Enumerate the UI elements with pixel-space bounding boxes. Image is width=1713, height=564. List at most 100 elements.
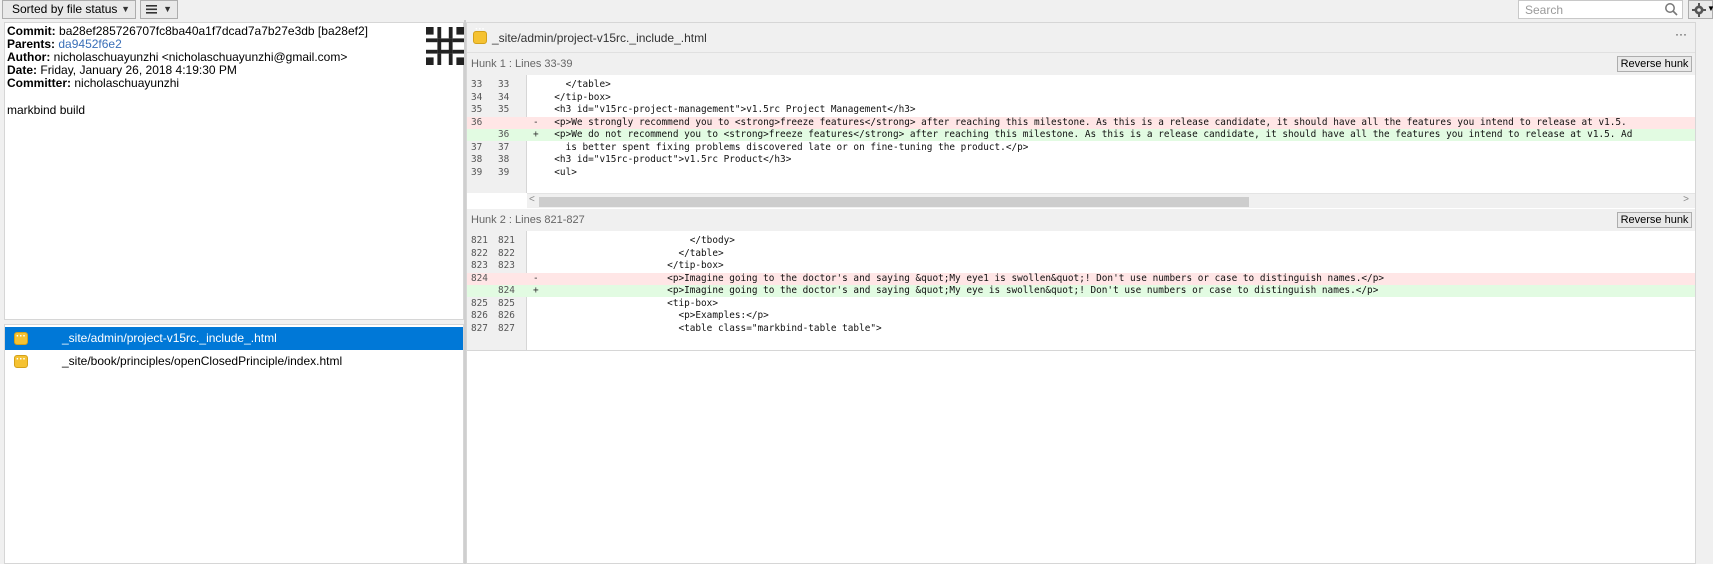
diff-line-context[interactable]: 37 37 is better spent fixing problems dis… bbox=[467, 142, 1695, 154]
diff-file-header: _site/admin/project-v15rc._include_.html… bbox=[467, 23, 1695, 53]
code-text: <h3 id="v15rc-product">v1.5rc Product</h… bbox=[543, 154, 792, 165]
diff-marker: + bbox=[533, 285, 539, 296]
file-name: _site/book/principles/openClosedPrincipl… bbox=[62, 354, 343, 368]
code-text: <table class="markbind-table table"> bbox=[543, 322, 882, 334]
old-line-number: 36 bbox=[471, 116, 483, 128]
toolbar: Sorted by file status ▼ ▼ ▼ bbox=[0, 0, 1713, 20]
code-text: <p>We do not recommend you to <strong>fr… bbox=[543, 129, 1633, 140]
author-label: Author: bbox=[7, 50, 51, 64]
diff-file-title: _site/admin/project-v15rc._include_.html bbox=[492, 31, 707, 45]
old-line-number: 824 bbox=[471, 272, 488, 284]
parent-commit-link[interactable]: da9452f6e2 bbox=[58, 37, 121, 51]
search-input[interactable] bbox=[1519, 1, 1654, 18]
diff-line-context[interactable]: 35 35 <h3 id="v15rc-project-management">v… bbox=[467, 104, 1695, 116]
old-line-number: 37 bbox=[471, 141, 483, 153]
more-options-button[interactable]: ··· bbox=[1675, 27, 1687, 41]
search-icon[interactable] bbox=[1664, 2, 1678, 16]
new-line-number: 825 bbox=[498, 297, 515, 309]
old-line-number: 827 bbox=[471, 322, 488, 334]
code-text: is better spent fixing problems discover… bbox=[543, 141, 1029, 153]
gear-icon bbox=[1692, 3, 1706, 17]
diff-line-context[interactable]: 33 33 </table> bbox=[467, 79, 1695, 91]
diff-line-context[interactable]: 821 821 </tbody> bbox=[467, 235, 1695, 247]
code-text: <tip-box> bbox=[543, 297, 718, 309]
code-text: <p>Imagine going to the doctor's and say… bbox=[543, 285, 1379, 296]
committer-value: nicholaschuayunzhi bbox=[74, 76, 180, 90]
scrollbar-thumb[interactable] bbox=[539, 197, 1249, 207]
changed-files-list: _site/admin/project-v15rc._include_.html… bbox=[4, 324, 464, 564]
diff-line-context[interactable]: 38 38 <h3 id="v15rc-product">v1.5rc Produ… bbox=[467, 154, 1695, 166]
old-line-number: 825 bbox=[471, 297, 488, 309]
new-line-number: 34 bbox=[498, 91, 510, 103]
new-line-number: 824 bbox=[498, 285, 515, 296]
scroll-right-icon[interactable]: > bbox=[1683, 194, 1689, 205]
diff-line-added[interactable]: 824 + <p>Imagine going to the doctor's an… bbox=[467, 285, 1695, 297]
hunk-header: Hunk 1 : Lines 33-39 Reverse hunk bbox=[467, 53, 1695, 75]
code-text: <p>We strongly recommend you to <strong>… bbox=[543, 116, 1627, 128]
code-text: </tip-box> bbox=[543, 260, 724, 271]
old-line-number: 39 bbox=[471, 166, 483, 178]
code-text: </table> bbox=[543, 247, 724, 259]
code-text: <p>Examples:</p> bbox=[543, 310, 769, 321]
new-line-number: 36 bbox=[498, 129, 510, 140]
old-line-number: 33 bbox=[471, 79, 483, 90]
parents-label: Parents: bbox=[7, 37, 56, 51]
diff-line-context[interactable]: 34 34 </tip-box> bbox=[467, 92, 1695, 104]
new-line-number: 37 bbox=[498, 141, 510, 153]
code-text: </tbody> bbox=[543, 235, 735, 246]
diff-line-context[interactable]: 825 825 <tip-box> bbox=[467, 298, 1695, 310]
modified-file-icon bbox=[14, 325, 28, 348]
reverse-hunk-button[interactable]: Reverse hunk bbox=[1617, 212, 1692, 228]
chevron-down-icon: ▼ bbox=[163, 4, 172, 14]
commit-hash: ba28ef285726707fc8ba40a1f7dcad7a7b27e3db… bbox=[59, 24, 368, 38]
settings-button[interactable]: ▼ bbox=[1688, 0, 1713, 19]
diff-marker: - bbox=[533, 272, 539, 284]
diff-line-context[interactable]: 822 822 </table> bbox=[467, 248, 1695, 260]
reverse-hunk-button[interactable]: Reverse hunk bbox=[1617, 56, 1692, 72]
code-text: <h3 id="v15rc-project-management">v1.5rc… bbox=[543, 104, 916, 115]
new-line-number: 821 bbox=[498, 235, 515, 246]
new-line-number: 38 bbox=[498, 154, 510, 165]
author-value: nicholaschuayunzhi <nicholaschuayunzhi@g… bbox=[53, 50, 348, 64]
file-list-item[interactable]: _site/admin/project-v15rc._include_.html bbox=[5, 325, 463, 350]
sort-dropdown[interactable]: Sorted by file status ▼ bbox=[2, 0, 136, 19]
diff-marker: + bbox=[533, 129, 539, 140]
new-line-number: 827 bbox=[498, 322, 515, 334]
modified-file-icon bbox=[473, 24, 487, 44]
diff-line-context[interactable]: 823 823 </tip-box> bbox=[467, 260, 1695, 272]
new-line-number: 39 bbox=[498, 166, 510, 178]
hunk-label: Hunk 2 : Lines 821-827 bbox=[471, 214, 585, 226]
code-text: </table> bbox=[543, 79, 611, 90]
horizontal-scrollbar[interactable]: < > bbox=[527, 193, 1695, 208]
old-line-number: 34 bbox=[471, 91, 483, 103]
diff-line-removed[interactable]: 36 - <p>We strongly recommend you to <str… bbox=[467, 116, 1695, 129]
diff-line-context[interactable]: 826 826 <p>Examples:</p> bbox=[467, 310, 1695, 322]
new-line-number: 35 bbox=[498, 104, 510, 115]
hunk-label: Hunk 1 : Lines 33-39 bbox=[471, 58, 573, 70]
diff-line-context[interactable]: 827 827 <table class="markbind-table tabl… bbox=[467, 323, 1695, 335]
chevron-down-icon: ▼ bbox=[1707, 4, 1713, 13]
file-name: _site/admin/project-v15rc._include_.html bbox=[62, 331, 277, 345]
diff-line-context[interactable]: 39 39 <ul> bbox=[467, 167, 1695, 179]
commit-label: Commit: bbox=[7, 24, 56, 38]
diff-line-removed[interactable]: 824 - <p>Imagine going to the doctor's an… bbox=[467, 272, 1695, 285]
scroll-left-icon[interactable]: < bbox=[529, 194, 535, 205]
new-line-number: 822 bbox=[498, 247, 515, 259]
old-line-number: 826 bbox=[471, 310, 488, 321]
new-line-number: 826 bbox=[498, 310, 515, 321]
hunk-header: Hunk 2 : Lines 821-827 Reverse hunk bbox=[467, 209, 1695, 231]
sort-dropdown-label: Sorted by file status bbox=[12, 2, 118, 16]
date-label: Date: bbox=[7, 63, 38, 77]
committer-label: Committer: bbox=[7, 76, 72, 90]
diff-line-added[interactable]: 36 + <p>We do not recommend you to <stron… bbox=[467, 129, 1695, 141]
old-line-number: 822 bbox=[471, 247, 488, 259]
view-mode-dropdown[interactable]: ▼ bbox=[140, 0, 178, 19]
old-line-number: 35 bbox=[471, 104, 483, 115]
code-text: <p>Imagine going to the doctor's and say… bbox=[543, 272, 1384, 284]
list-icon bbox=[146, 5, 157, 14]
file-list-item[interactable]: _site/book/principles/openClosedPrincipl… bbox=[5, 348, 463, 373]
chevron-down-icon: ▼ bbox=[121, 4, 130, 14]
diff-marker: - bbox=[533, 116, 539, 128]
date-value: Friday, January 26, 2018 4:19:30 PM bbox=[40, 63, 237, 77]
code-text: </tip-box> bbox=[543, 91, 611, 103]
